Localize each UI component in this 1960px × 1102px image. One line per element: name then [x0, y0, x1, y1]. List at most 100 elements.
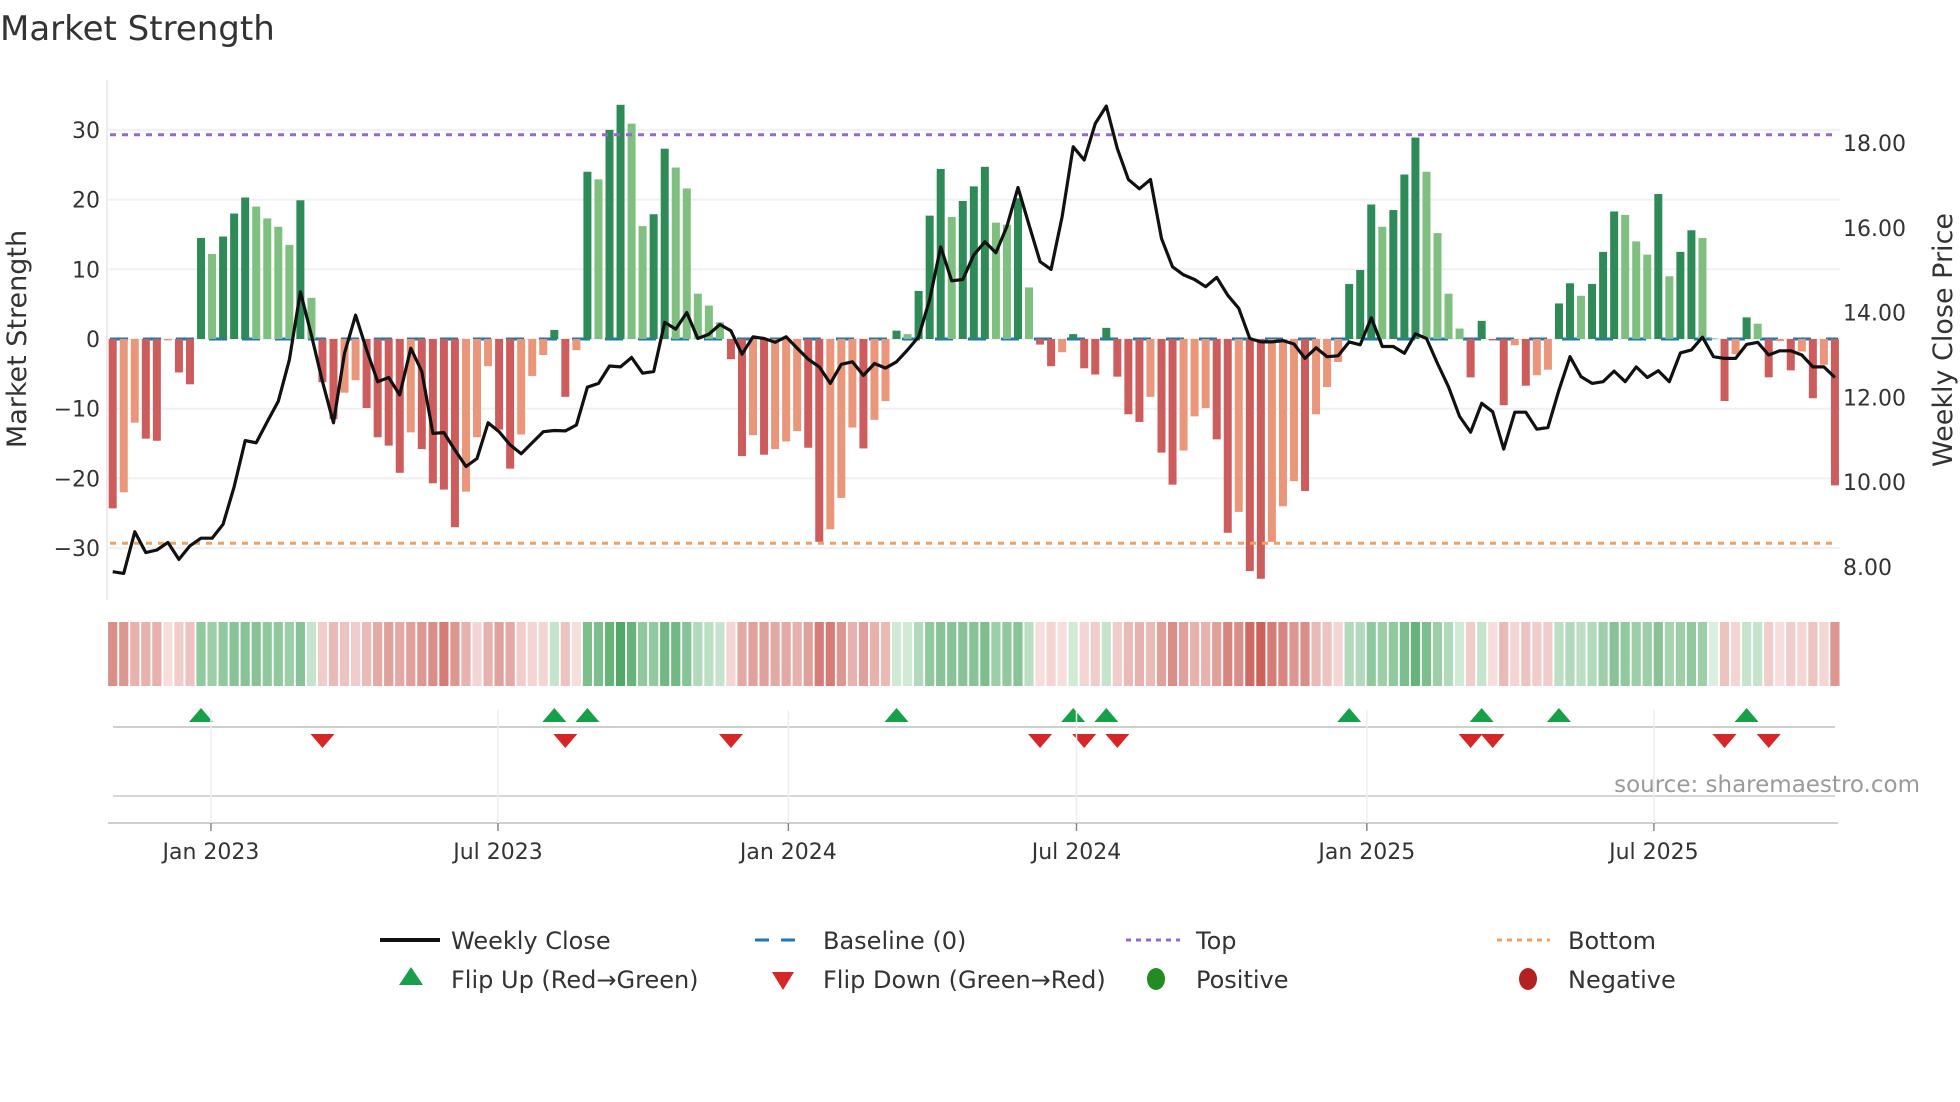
heat-cell — [1046, 622, 1056, 686]
svg-text:Baseline (0): Baseline (0) — [823, 927, 966, 955]
heat-cell — [1201, 622, 1211, 686]
heat-cell — [814, 622, 824, 686]
heat-cell — [1708, 622, 1719, 686]
strength-bar — [1698, 237, 1707, 339]
heat-cell — [748, 622, 758, 686]
heat-cell — [152, 622, 162, 686]
strength-bar — [461, 339, 470, 492]
strength-bar — [1632, 241, 1641, 339]
strength-bar — [1301, 339, 1310, 491]
legend-flip-up: Flip Up (Red→Green) — [399, 966, 699, 994]
strength-bar — [1775, 339, 1784, 342]
heat-cell — [980, 622, 990, 686]
heat-cell — [858, 622, 869, 686]
heat-strip — [108, 622, 1840, 686]
strength-bar — [616, 104, 625, 339]
strength-bar — [197, 237, 206, 339]
svg-text:Top: Top — [1195, 927, 1237, 955]
svg-text:Negative: Negative — [1568, 966, 1676, 994]
heat-cell — [1212, 622, 1222, 686]
strength-bar — [1179, 339, 1188, 451]
heat-cell — [450, 622, 460, 686]
strength-bar — [1146, 339, 1155, 397]
strength-bar — [1278, 339, 1287, 507]
svg-text:Flip Down (Green→Red): Flip Down (Green→Red) — [823, 966, 1106, 994]
x-tick-label: Jul 2024 — [1030, 840, 1122, 865]
heat-cell — [615, 622, 626, 686]
strength-bar — [749, 339, 758, 436]
heat-cell — [295, 622, 305, 686]
strength-bar — [1565, 283, 1574, 339]
heat-cell — [1466, 622, 1476, 686]
strength-bar — [108, 339, 117, 509]
heat-cell — [538, 622, 548, 686]
heat-cell — [1355, 622, 1365, 686]
left-axis-ticks: 30 20 10 0 −10 −20 −30 — [54, 119, 100, 562]
strength-bar — [1201, 339, 1210, 409]
strength-bar — [439, 339, 448, 490]
legend-top: Top — [1126, 927, 1237, 955]
heat-cell — [1454, 622, 1465, 686]
heat-cell — [1797, 622, 1807, 686]
strength-bar — [130, 339, 139, 423]
strength-bar — [1543, 339, 1552, 370]
strength-bar — [1786, 339, 1795, 371]
strength-bar — [174, 339, 183, 373]
strength-bar — [1808, 339, 1817, 399]
flip-down-marker — [1028, 734, 1053, 748]
strength-bar — [373, 339, 382, 438]
heat-cell — [1256, 622, 1266, 686]
legend-negative: Negative — [1519, 966, 1676, 994]
heat-cell — [1786, 622, 1796, 686]
flip-up-marker — [884, 708, 909, 722]
strength-bar — [594, 179, 603, 339]
legend-bottom: Bottom — [1497, 927, 1656, 955]
strength-bar — [1069, 334, 1078, 339]
strength-bar — [1356, 269, 1365, 339]
strength-bar — [583, 171, 592, 339]
y2-tick-label: 16.00 — [1843, 217, 1906, 242]
heat-cell — [1410, 622, 1421, 686]
heat-cell — [251, 622, 261, 686]
heat-cell — [1123, 622, 1133, 686]
heat-cell — [141, 622, 151, 686]
y2-tick-label: 12.00 — [1843, 386, 1906, 411]
heat-cell — [1178, 622, 1189, 686]
flip-up-marker — [1094, 708, 1119, 722]
heat-cell — [284, 622, 294, 686]
heat-cell — [339, 622, 350, 686]
heat-cell — [1631, 622, 1641, 686]
heat-cell — [1377, 622, 1387, 686]
strength-bar — [649, 214, 658, 339]
heat-cell — [925, 622, 935, 686]
heat-cell — [737, 622, 747, 686]
strength-bar — [1190, 339, 1199, 417]
strength-bar — [163, 339, 172, 341]
strength-bar — [925, 215, 934, 339]
heat-cell — [1753, 622, 1763, 686]
heat-cell — [439, 622, 449, 686]
heat-cell — [715, 622, 725, 686]
y-tick-label: 0 — [86, 328, 100, 353]
heat-cell — [1145, 622, 1156, 686]
heat-cell — [759, 622, 769, 686]
heat-cell — [571, 622, 581, 686]
strength-bar — [1411, 137, 1420, 339]
strength-bar — [1234, 339, 1243, 512]
strength-bar — [1124, 339, 1133, 415]
x-axis-ticks: Jan 2023 Jul 2023 Jan 2024 Jul 2024 Jan 2025… — [161, 710, 1699, 865]
strength-bar — [660, 148, 669, 339]
heat-cell — [317, 622, 328, 686]
strength-bar — [1797, 339, 1806, 352]
strength-bar — [1753, 323, 1762, 339]
left-axis-title: Market Strength — [2, 230, 33, 448]
flip-up-marker — [1546, 708, 1571, 722]
flip-up-marker — [189, 708, 214, 722]
x-tick-label: Jan 2023 — [161, 840, 260, 865]
heat-cell — [1576, 622, 1586, 686]
heat-cell — [1388, 622, 1398, 686]
triangle-up-icon — [399, 967, 423, 985]
heat-cell — [880, 622, 891, 686]
heat-cell — [1421, 622, 1432, 686]
legend-baseline: Baseline (0) — [755, 927, 966, 955]
